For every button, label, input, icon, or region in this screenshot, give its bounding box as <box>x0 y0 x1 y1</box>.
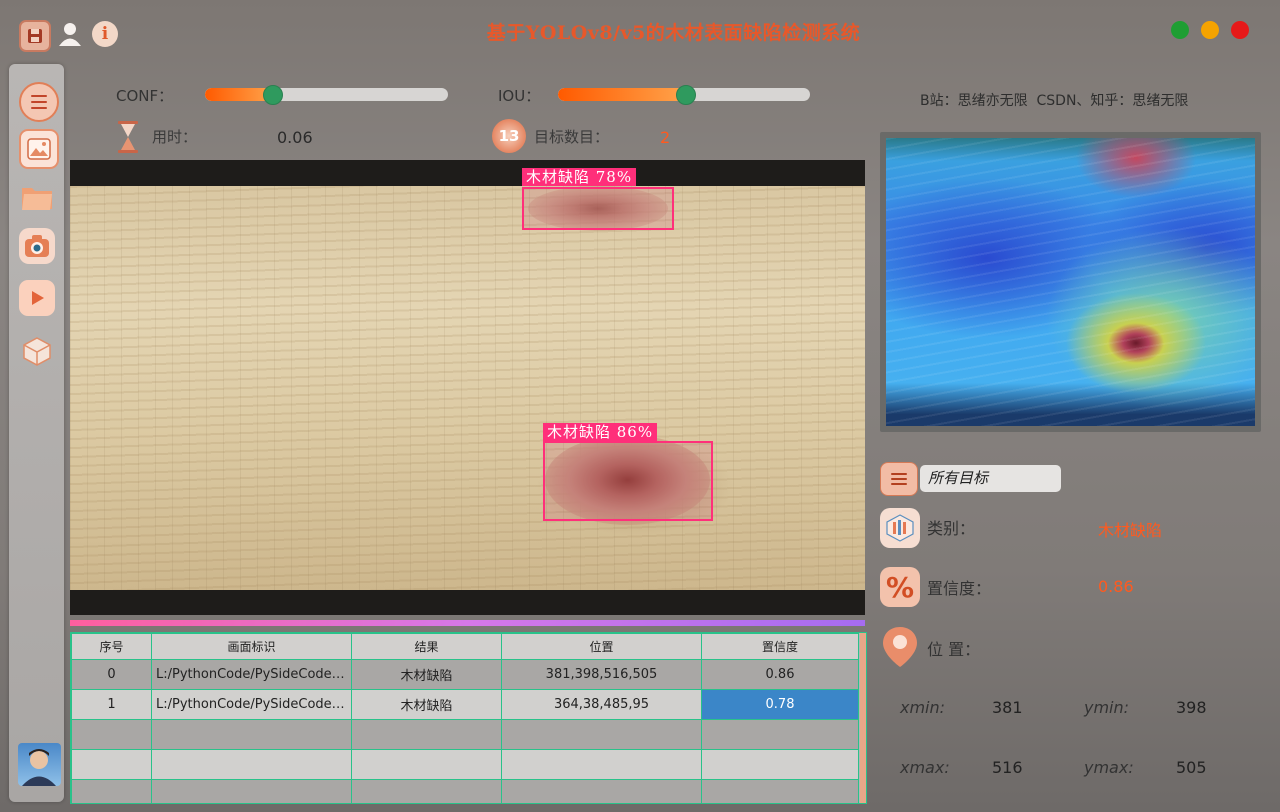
detection-view: 木材缺陷 78% 木材缺陷 86% <box>70 160 865 615</box>
iou-slider-fill <box>558 88 684 101</box>
conf-slider-handle[interactable] <box>263 85 283 105</box>
app-title: 基于YOLOv8/v5的木材表面缺陷检测系统 <box>486 22 861 44</box>
target-count-label: 目标数目： <box>534 128 610 146</box>
table-cell[interactable] <box>501 779 702 803</box>
table-cell[interactable]: 木材缺陷 <box>351 689 502 720</box>
table-cell[interactable] <box>71 719 152 750</box>
image-icon[interactable] <box>19 129 59 169</box>
camera-icon[interactable] <box>19 228 55 264</box>
class-label: 类别： <box>927 519 976 538</box>
heatmap-panel <box>880 132 1261 432</box>
confidence-value: 0.86 <box>1098 577 1134 596</box>
percent-icon: % <box>880 567 920 607</box>
table-row[interactable]: 1 L:/PythonCode/PySideCode/... 木材缺陷 364,… <box>71 689 859 720</box>
table-cell[interactable]: L:/PythonCode/PySideCode/... <box>151 659 352 690</box>
avatar[interactable] <box>18 743 61 786</box>
table-cell[interactable] <box>71 779 152 803</box>
table-cell[interactable] <box>501 749 702 780</box>
table-cell[interactable] <box>151 779 352 803</box>
conf-slider[interactable] <box>205 88 448 101</box>
close-button[interactable] <box>1231 21 1249 39</box>
table-cell[interactable]: L:/PythonCode/PySideCode/... <box>151 689 352 720</box>
target-count-value: 2 <box>660 128 671 147</box>
table-cell[interactable] <box>151 719 352 750</box>
table-cell[interactable]: 0.86 <box>701 659 859 690</box>
conf-label: CONF： <box>116 87 174 105</box>
target-select[interactable]: 所有目标 <box>920 465 1061 492</box>
table-cell[interactable]: 364,38,485,95 <box>501 689 702 720</box>
wood-image <box>70 186 865 590</box>
column-header[interactable]: 位置 <box>501 633 702 660</box>
table-row[interactable] <box>71 749 859 780</box>
class-value: 木材缺陷 <box>1098 521 1163 540</box>
confidence-label: 置信度： <box>927 579 992 598</box>
table-cell[interactable] <box>701 719 859 750</box>
video-icon[interactable] <box>19 280 55 316</box>
xmax-value: 516 <box>992 758 1023 777</box>
table-cell[interactable]: 381,398,516,505 <box>501 659 702 690</box>
table-cell[interactable] <box>501 719 702 750</box>
table-cell[interactable] <box>351 749 502 780</box>
detection-box <box>522 187 674 230</box>
xmin-value: 381 <box>992 698 1023 717</box>
detection-box <box>543 441 713 521</box>
heatmap-image <box>886 138 1255 426</box>
table-header-row: 序号 画面标识 结果 位置 置信度 <box>71 633 859 660</box>
detection-label: 木材缺陷 86% <box>543 423 658 441</box>
ymax-label: ymax: <box>1084 758 1134 777</box>
table-cell[interactable] <box>701 749 859 780</box>
minimize-button[interactable] <box>1171 21 1189 39</box>
sidebar <box>9 64 64 802</box>
table-scrollbar[interactable] <box>860 633 866 803</box>
iou-slider-handle[interactable] <box>676 85 696 105</box>
detection-label: 木材缺陷 78% <box>522 168 637 186</box>
time-label: 用时： <box>152 128 198 146</box>
xmax-label: xmax: <box>900 758 950 777</box>
table-cell[interactable]: 0 <box>71 659 152 690</box>
table-row[interactable] <box>71 779 859 803</box>
table-cell[interactable]: 1 <box>71 689 152 720</box>
conf-slider-fill <box>205 88 272 101</box>
table-cell[interactable] <box>151 749 352 780</box>
maximize-button[interactable] <box>1201 21 1219 39</box>
ymin-label: ymin: <box>1084 698 1130 717</box>
ymax-value: 505 <box>1176 758 1207 777</box>
table-row[interactable]: 0 L:/PythonCode/PySideCode/... 木材缺陷 381,… <box>71 659 859 690</box>
table-cell[interactable] <box>71 749 152 780</box>
results-table[interactable]: 序号 画面标识 结果 位置 置信度 0 L:/PythonCode/PySide… <box>70 632 867 804</box>
hourglass-icon <box>116 120 140 158</box>
folder-icon[interactable] <box>19 179 55 215</box>
progress-bar <box>70 620 865 626</box>
column-header[interactable]: 置信度 <box>701 633 859 660</box>
ymin-value: 398 <box>1176 698 1207 717</box>
table-row[interactable] <box>71 719 859 750</box>
time-value: 0.06 <box>277 128 313 147</box>
table-cell[interactable] <box>351 779 502 803</box>
class-icon <box>880 508 920 548</box>
xmin-label: xmin: <box>900 698 946 717</box>
table-cell[interactable]: 木材缺陷 <box>351 659 502 690</box>
list-icon[interactable] <box>880 462 918 496</box>
column-header[interactable]: 画面标识 <box>151 633 352 660</box>
target-count-icon: 13 <box>492 119 526 153</box>
iou-label: IOU： <box>498 87 541 105</box>
column-header[interactable]: 结果 <box>351 633 502 660</box>
credits-text: B站：思绪亦无限 CSDN、知乎：思绪无限 <box>920 93 1189 109</box>
position-label: 位 置： <box>927 640 981 659</box>
column-header[interactable]: 序号 <box>71 633 152 660</box>
table-cell-selected[interactable]: 0.78 <box>701 689 859 720</box>
table-cell[interactable] <box>701 779 859 803</box>
heatmap-texture <box>886 138 1255 426</box>
menu-icon[interactable] <box>19 82 59 122</box>
location-pin-icon <box>880 625 920 673</box>
model-icon[interactable] <box>19 333 55 369</box>
table-cell[interactable] <box>351 719 502 750</box>
